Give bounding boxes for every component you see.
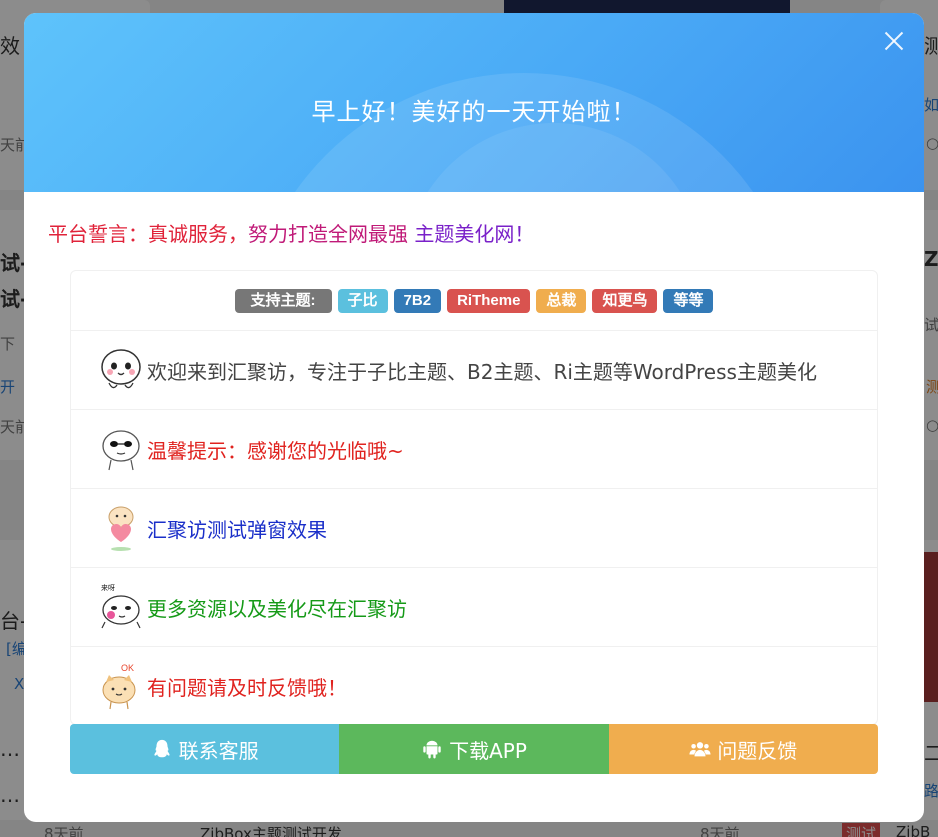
platform-motto: 平台誓言：真诚服务，努力打造全网最强 主题美化网！ [48,218,534,247]
message-item: 来呀 更多资源以及美化尽在汇聚访 [71,568,877,647]
motto-part: 平台誓言：真诚服务， [48,222,248,246]
sunglasses-face-sticker [102,430,140,471]
hug-heart-sticker [108,506,134,551]
message-text: 温馨提示：感谢您的光临哦~ [147,438,404,463]
contact-service-button[interactable]: 联系客服 [70,724,340,774]
sticker-label: 来呀 [101,584,115,592]
announcement-modal: 早上好！美好的一天开始啦！ 平台誓言：真诚服务，努力打造全网最强 主题美化网！ … [24,13,924,822]
modal-header: 早上好！美好的一天开始啦！ [24,13,924,192]
badge-zhigengniao: 知更鸟 [592,288,658,313]
message-item: 温馨提示：感谢您的光临哦~ [71,410,877,489]
message-text: 更多资源以及美化尽在汇聚访 [147,596,407,621]
motto-part: 努力打造全网最强 [248,222,408,246]
close-icon[interactable] [882,29,906,53]
supported-themes-row: 支持主题: 子比 7B2 RiTheme 总裁 知更鸟 等等 [71,271,877,331]
message-text: 有问题请及时反馈哦！ [147,676,347,700]
action-buttons: 联系客服 下载APP 问题反馈 [70,724,878,774]
android-icon [423,740,441,759]
message-text: 汇聚访测试弹窗效果 [147,517,327,542]
message-item: 欢迎来到汇聚访，专注于子比主题、B2主题、Ri主题等WordPress主题美化 [71,331,877,410]
download-app-label: 下载APP [449,738,527,763]
ok-cat-sticker: OK [102,663,136,709]
feedback-label: 问题反馈 [717,738,798,763]
feedback-button[interactable]: 问题反馈 [608,724,878,774]
message-text: 欢迎来到汇聚访，专注于子比主题、B2主题、Ri主题等WordPress主题美化 [147,359,817,384]
motto-part: 主题美化网！ [408,222,535,246]
badge-zibi: 子比 [337,288,388,313]
badge-zongcai: 总裁 [536,288,587,313]
sticker-label: OK [121,663,134,673]
modal-title: 早上好！美好的一天开始啦！ [311,98,637,126]
contact-service-label: 联系客服 [178,738,259,763]
waving-face-sticker: 来呀 [101,584,141,629]
qq-icon [154,739,170,758]
message-item: 汇聚访测试弹窗效果 [71,489,877,568]
message-item: OK 有问题请及时反馈哦！ [71,647,877,724]
badge-7b2: 7B2 [393,288,442,313]
badge-ritheme: RiTheme [447,288,531,313]
crying-face-sticker [101,349,141,389]
announcement-content: 支持主题: 子比 7B2 RiTheme 总裁 知更鸟 等等 欢迎来到汇聚访，专… [70,270,878,725]
badge-etc: 等等 [663,288,714,313]
download-app-button[interactable]: 下载APP [339,724,609,774]
users-icon [689,742,711,757]
badge-supported-themes: 支持主题: [234,288,332,313]
